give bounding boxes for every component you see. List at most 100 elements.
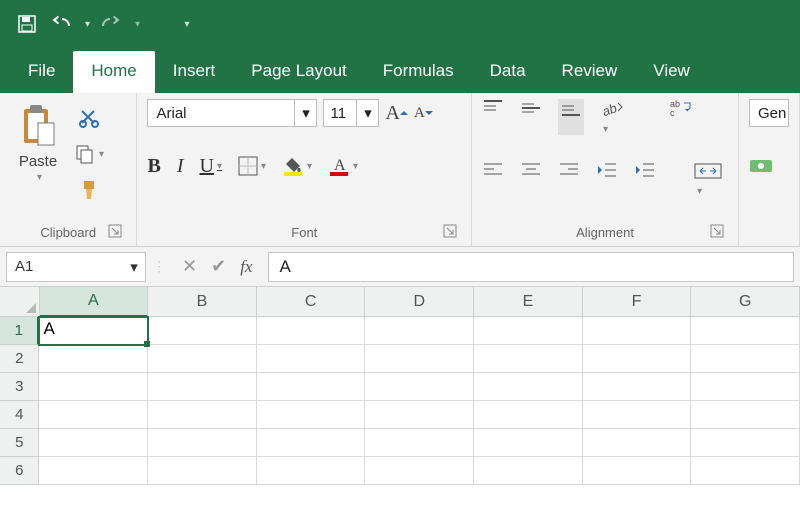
cell-D5[interactable] [365,429,474,457]
cell-E4[interactable] [474,401,583,429]
col-header-B[interactable]: B [148,287,257,317]
cell-A6[interactable] [39,457,148,485]
cell-E2[interactable] [474,345,583,373]
cell-A5[interactable] [39,429,148,457]
redo-more-icon[interactable]: ▾ [135,19,140,30]
formula-bar[interactable]: A [268,252,794,282]
format-painter-button[interactable] [74,177,104,203]
save-icon[interactable] [14,11,40,37]
cell-F2[interactable] [583,345,692,373]
cell-D4[interactable] [365,401,474,429]
row-header-3[interactable]: 3 [0,373,39,401]
cell-F1[interactable] [583,317,692,345]
name-box[interactable]: A1 ▾ [6,252,146,282]
cell-D1[interactable] [365,317,474,345]
cell-A3[interactable] [39,373,148,401]
cell-D6[interactable] [365,457,474,485]
cell-B3[interactable] [148,373,257,401]
copy-button[interactable]: ▾ [74,141,104,167]
cell-C4[interactable] [257,401,366,429]
undo-more-icon[interactable]: ▾ [85,19,90,30]
tab-home[interactable]: Home [73,51,154,93]
cell-B2[interactable] [148,345,257,373]
cell-G2[interactable] [691,345,800,373]
cell-E1[interactable] [474,317,583,345]
customize-qat-icon[interactable]: ▾ [174,11,200,37]
col-header-E[interactable]: E [474,287,583,317]
dialog-launcher-icon[interactable] [108,224,122,238]
paste-button[interactable]: Paste ▾ [10,99,66,183]
cell-D2[interactable] [365,345,474,373]
cell-G6[interactable] [691,457,800,485]
cell-B6[interactable] [148,457,257,485]
redo-icon[interactable] [98,11,124,37]
cell-G3[interactable] [691,373,800,401]
col-header-F[interactable]: F [583,287,692,317]
row-header-2[interactable]: 2 [0,345,39,373]
cell-F6[interactable] [583,457,692,485]
cell-C6[interactable] [257,457,366,485]
align-right-button[interactable] [558,161,580,197]
row-header-4[interactable]: 4 [0,401,39,429]
borders-button[interactable]: ▾ [238,153,266,179]
tab-formulas[interactable]: Formulas [365,51,472,93]
align-top-button[interactable] [482,99,504,135]
dialog-launcher-icon[interactable] [443,224,457,238]
fill-color-button[interactable]: ▾ [282,153,312,179]
cell-F4[interactable] [583,401,692,429]
tab-file[interactable]: File [10,51,73,93]
cell-E3[interactable] [474,373,583,401]
number-format-select[interactable]: Gen [749,99,789,127]
tab-page-layout[interactable]: Page Layout [233,51,364,93]
dialog-launcher-icon[interactable] [710,224,724,238]
cell-E5[interactable] [474,429,583,457]
align-center-button[interactable] [520,161,542,197]
bold-button[interactable]: B [147,155,160,178]
font-color-button[interactable]: A ▾ [328,153,358,179]
underline-button[interactable]: U▾ [200,155,222,178]
cell-G5[interactable] [691,429,800,457]
accept-formula-icon[interactable]: ✔ [211,256,226,277]
undo-icon[interactable] [48,11,74,37]
col-header-A[interactable]: A [40,287,149,317]
shrink-font-button[interactable]: A [414,100,433,126]
row-header-5[interactable]: 5 [0,429,39,457]
cell-A2[interactable] [39,345,148,373]
decrease-indent-button[interactable] [596,161,618,197]
tab-review[interactable]: Review [544,51,636,93]
cell-E6[interactable] [474,457,583,485]
currency-button[interactable] [749,153,775,179]
col-header-C[interactable]: C [257,287,366,317]
font-size-select[interactable]: 11 ▾ [323,99,379,127]
cell-B1[interactable] [148,317,257,345]
italic-button[interactable]: I [177,155,184,178]
row-header-1[interactable]: 1 [0,317,39,345]
cell-F3[interactable] [583,373,692,401]
cell-D3[interactable] [365,373,474,401]
cell-C5[interactable] [257,429,366,457]
increase-indent-button[interactable] [634,161,656,197]
tab-insert[interactable]: Insert [155,51,234,93]
cell-C2[interactable] [257,345,366,373]
wrap-text-button[interactable]: abc [670,99,694,135]
cell-C3[interactable] [257,373,366,401]
cell-C1[interactable] [257,317,366,345]
cell-G1[interactable] [691,317,800,345]
col-header-G[interactable]: G [691,287,800,317]
cell-B4[interactable] [148,401,257,429]
merge-center-button[interactable]: ▾ [694,161,722,197]
cut-button[interactable] [74,105,104,131]
select-all-corner[interactable] [0,287,40,317]
col-header-D[interactable]: D [365,287,474,317]
align-middle-button[interactable] [520,99,542,135]
font-name-select[interactable]: Arial ▾ [147,99,317,127]
align-bottom-button[interactable] [558,99,584,135]
fx-icon[interactable]: fx [240,257,252,277]
cell-F5[interactable] [583,429,692,457]
cell-B5[interactable] [148,429,257,457]
cell-A1[interactable]: A [39,317,148,345]
cancel-formula-icon[interactable]: ✕ [182,256,197,277]
cell-G4[interactable] [691,401,800,429]
cell-A4[interactable] [39,401,148,429]
grow-font-button[interactable]: A [385,100,407,126]
